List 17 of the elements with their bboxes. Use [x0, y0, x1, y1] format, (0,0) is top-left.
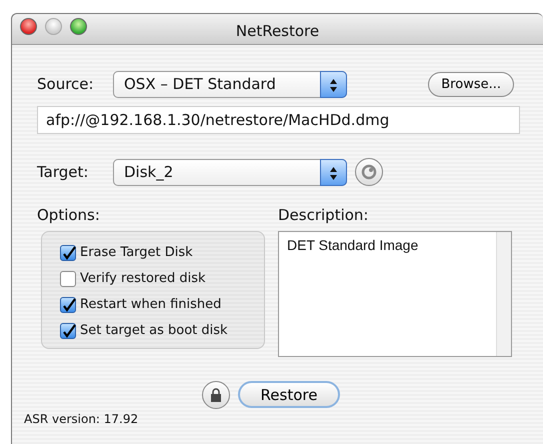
option-label: Verify restored disk	[80, 270, 206, 288]
path-field[interactable]: afp://@192.168.1.30/netrestore/MacHDd.dmg	[37, 106, 520, 134]
window-title: NetRestore	[236, 21, 320, 42]
browse-button[interactable]: Browse...	[428, 72, 514, 97]
description-text: DET Standard Image	[287, 236, 418, 252]
option-label: Restart when finished	[80, 296, 222, 314]
restore-button[interactable]: Restore	[238, 381, 340, 408]
source-label: Source:	[37, 74, 95, 96]
options-label: Options:	[37, 205, 101, 226]
source-popup[interactable]: OSX – DET Standard	[113, 71, 347, 98]
description-field[interactable]: DET Standard Image	[278, 230, 512, 356]
version-text: ASR version: 17.92	[24, 410, 138, 428]
option-label: Erase Target Disk	[80, 244, 193, 262]
target-popup[interactable]: Disk_2	[113, 158, 347, 186]
option-label: Set target as boot disk	[80, 322, 228, 340]
description-label: Description:	[278, 205, 370, 226]
target-label: Target:	[37, 162, 90, 183]
